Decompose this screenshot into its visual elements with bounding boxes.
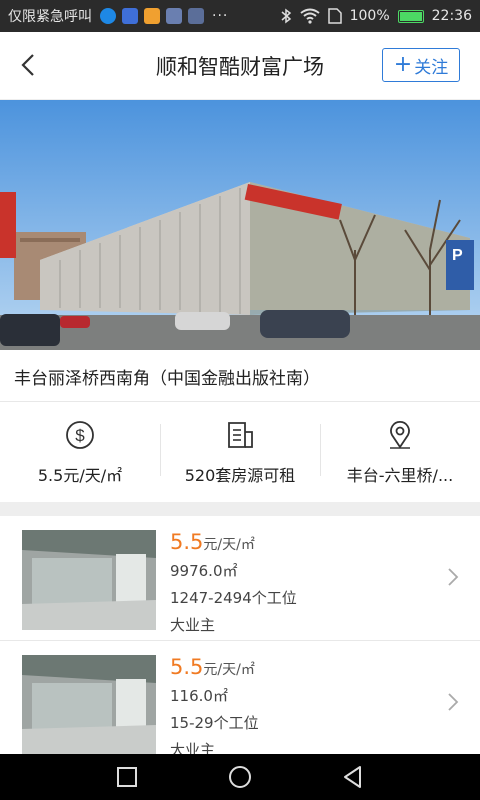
price-value: 5.5 [170,655,204,679]
listing-area: 116.0㎡ [170,687,228,705]
building-stats: $ 5.5元/天/㎡ 520套房源可租 丰台-六里桥/... [0,402,480,502]
listing-photo [22,655,156,754]
battery-icon [397,9,424,23]
chevron-right-icon [448,693,459,711]
app-notification-icon [144,8,160,24]
back-nav-icon[interactable] [339,763,367,791]
listing-price: 5.5元/天/㎡ [170,530,297,554]
parking-sign: P [452,247,463,264]
usb-icon [188,8,204,24]
app-notification-icon [166,8,182,24]
listing-price: 5.5元/天/㎡ [170,655,259,679]
svg-text:$: $ [75,426,85,445]
dollar-icon: $ [66,421,94,449]
listing-item[interactable]: 5.5元/天/㎡ 9976.0㎡ 1247-2494个工位 大业主 [0,516,480,641]
bluetooth-icon [281,8,291,24]
overflow-icon: ··· [212,8,229,24]
stat-listings[interactable]: 520套房源可租 [160,402,320,502]
plus-icon: + [393,52,413,77]
building-photo[interactable]: P [0,100,480,350]
stat-price: $ 5.5元/天/㎡ [0,402,160,502]
carrier-text: 仅限紧急呼叫 [8,9,92,25]
back-icon[interactable] [14,50,44,80]
system-nav-bar [0,754,480,800]
follow-label: 关注 [414,57,449,78]
listing-info: 5.5元/天/㎡ 116.0㎡ 15-29个工位 大业主 [170,655,259,754]
price-value: 5.5 [170,530,204,554]
stat-location[interactable]: 丰台-六里桥/... [320,402,480,502]
status-bar: 仅限紧急呼叫 ··· 100% 22:36 [0,0,480,32]
listing-photo [22,530,156,630]
page-title: 顺和智酷财富广场 [156,54,324,79]
battery-level [399,11,422,21]
app-header: 顺和智酷财富广场 + 关注 [0,32,480,100]
section-divider [0,502,480,516]
stat-location-value: 丰台-六里桥/... [346,466,454,485]
paw-icon [122,8,138,24]
clock: 22:36 [431,8,472,24]
recents-icon[interactable] [113,763,141,791]
price-unit: 元/天/㎡ [203,537,255,553]
app-notification-icon [100,8,116,24]
building-address: 丰台丽泽桥西南角（中国金融出版社南） [0,350,480,402]
stat-listings-value: 520套房源可租 [184,466,296,485]
listing-workstations: 15-29个工位 [170,714,259,732]
listing-list: 5.5元/天/㎡ 9976.0㎡ 1247-2494个工位 大业主 5.5元/天… [0,516,480,754]
stat-price-value: 5.5元/天/㎡ [37,466,123,485]
chevron-right-icon [448,568,459,586]
battery-percent: 100% [349,8,390,24]
price-unit: 元/天/㎡ [203,662,255,678]
document-icon [228,422,253,448]
listing-workstations: 1247-2494个工位 [170,589,297,607]
sim-icon [327,8,342,24]
location-icon [390,421,410,449]
listing-area: 9976.0㎡ [170,562,238,580]
listing-owner: 大业主 [170,741,216,754]
follow-button[interactable]: + 关注 [382,48,460,82]
listing-info: 5.5元/天/㎡ 9976.0㎡ 1247-2494个工位 大业主 [170,530,297,635]
wifi-icon [299,8,320,24]
home-icon[interactable] [226,763,254,791]
listing-owner: 大业主 [170,616,216,634]
listing-item[interactable]: 5.5元/天/㎡ 116.0㎡ 15-29个工位 大业主 [0,641,480,754]
